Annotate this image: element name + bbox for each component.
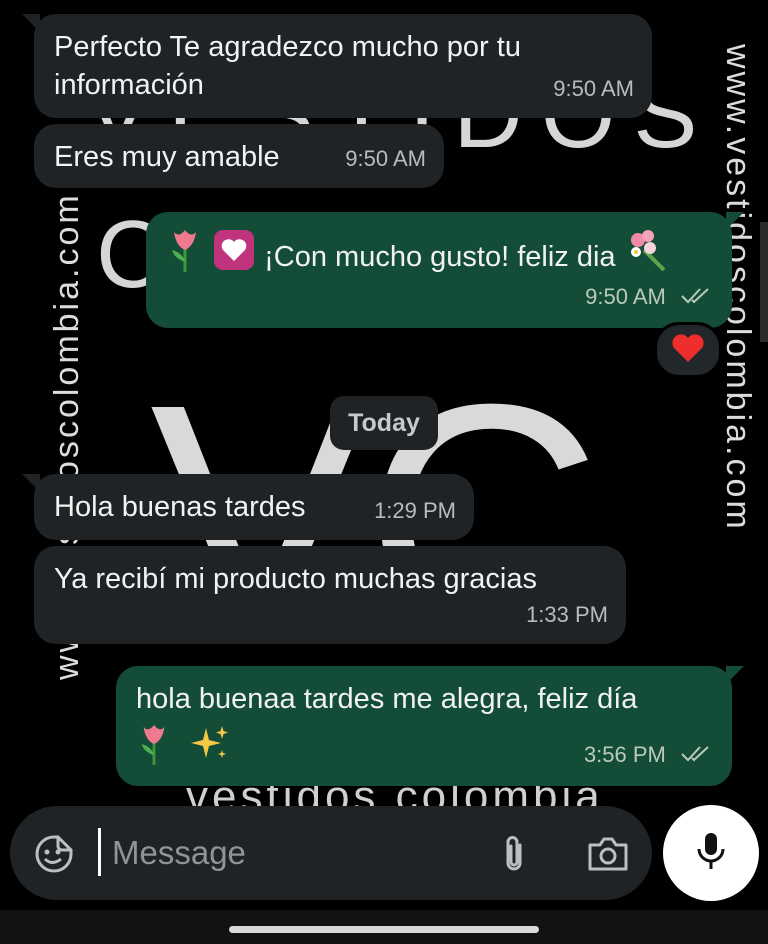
date-separator: Today — [330, 396, 438, 450]
message-text: Perfecto Te agradezco mucho por tu — [54, 31, 521, 63]
mic-button[interactable] — [663, 805, 759, 901]
bubble-tail — [22, 14, 40, 32]
bubble-tail — [22, 474, 40, 492]
heart-icon — [671, 333, 705, 368]
heart-reaction[interactable] — [654, 322, 722, 378]
bouquet-icon — [624, 228, 668, 282]
message-time: 1:33 PM — [526, 602, 608, 627]
message-outgoing[interactable]: ¡Con mucho gusto! feliz dia 9:50 AM — [146, 212, 744, 328]
message-text: información — [54, 69, 204, 101]
attach-icon[interactable] — [494, 832, 534, 876]
double-check-icon — [680, 738, 712, 776]
sparkles-icon — [188, 722, 232, 776]
home-gesture-handle[interactable] — [229, 926, 539, 933]
scroll-indicator — [760, 222, 768, 342]
message-incoming[interactable]: Ya recibí mi producto muchas gracias 1:3… — [34, 546, 626, 644]
message-time: 9:50 AM — [345, 146, 426, 171]
sticker-icon[interactable] — [32, 832, 76, 876]
message-time: 3:56 PM — [584, 736, 712, 776]
text-cursor — [98, 828, 101, 876]
message-outgoing[interactable]: hola buenaa tardes me alegra, feliz día … — [116, 666, 744, 786]
double-check-icon — [680, 280, 712, 318]
bubble-tail — [726, 212, 744, 230]
message-text: Ya recibí mi producto muchas gracias — [54, 563, 538, 595]
message-time: 9:50 AM — [585, 278, 712, 318]
message-incoming[interactable]: Eres muy amable 9:50 AM — [34, 124, 444, 188]
message-text: hola buenaa tardes me alegra, feliz día — [136, 683, 638, 715]
tulip-icon — [136, 722, 172, 776]
message-incoming[interactable]: Hola buenas tardes 1:29 PM — [22, 474, 474, 540]
message-composer — [10, 806, 652, 900]
message-time: 1:29 PM — [374, 498, 456, 523]
message-time: 9:50 AM — [553, 76, 634, 101]
message-input[interactable] — [112, 830, 472, 876]
mic-icon — [696, 831, 726, 876]
camera-icon[interactable] — [584, 832, 632, 876]
bubble-tail — [726, 666, 744, 684]
message-text: ¡Con mucho gusto! feliz dia — [264, 241, 616, 273]
message-incoming[interactable]: Perfecto Te agradezco mucho por tu infor… — [22, 14, 652, 118]
tulip-icon — [166, 228, 204, 282]
heart-box-icon — [212, 228, 256, 282]
